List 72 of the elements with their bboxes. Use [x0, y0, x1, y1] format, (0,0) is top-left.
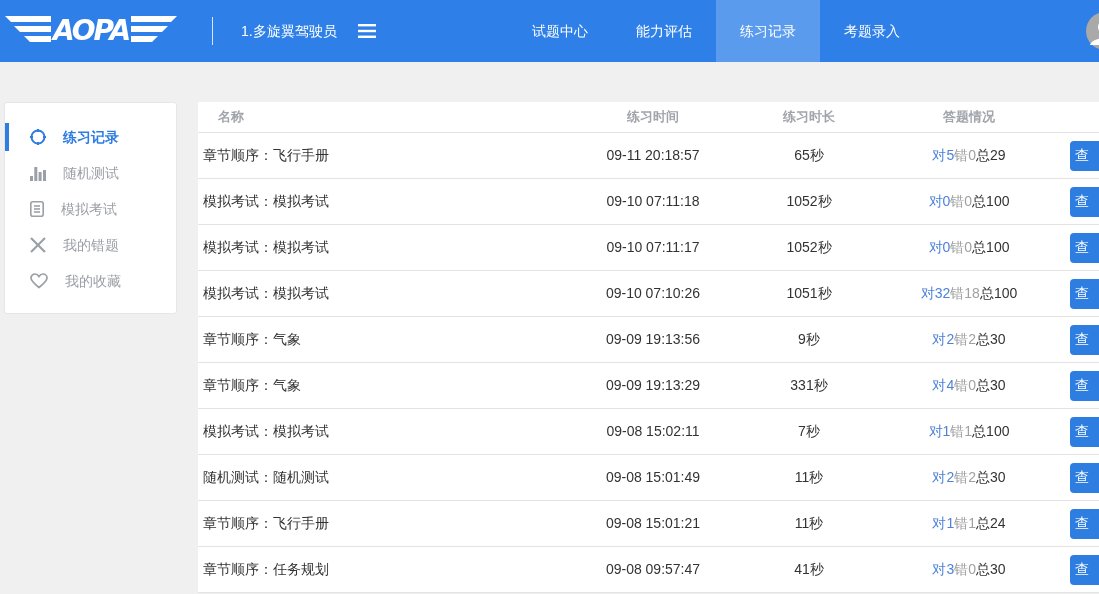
column-header: 答题情况 — [942, 108, 996, 127]
table-cell-text: 09-08 15:02:11 — [605, 422, 701, 441]
table-cell-text: 模拟考试：模拟考试 — [202, 284, 330, 303]
table-cell-text: 65秒 — [793, 146, 825, 165]
answer-summary: 对1错1总24 — [931, 514, 1007, 533]
view-button[interactable]: 查 — [1070, 554, 1099, 585]
nav-tab[interactable]: 考题录入 — [819, 0, 924, 62]
logo-text: AOPA — [51, 17, 131, 45]
nav-tab[interactable]: 试题中心 — [507, 0, 612, 62]
answer-summary: 对2错2总30 — [931, 330, 1007, 349]
table-cell-text: 09-11 20:18:57 — [605, 146, 701, 165]
table-cell-text: 7秒 — [797, 422, 821, 441]
document-icon — [30, 201, 44, 217]
view-button[interactable]: 查 — [1070, 278, 1099, 309]
answer-summary: 对0错0总100 — [927, 192, 1011, 211]
answer-summary: 对2错2总30 — [931, 468, 1007, 487]
table-cell-text: 11秒 — [793, 514, 825, 533]
answer-summary: 对3错0总30 — [931, 560, 1007, 579]
bar-chart-icon — [30, 165, 46, 181]
table-cell-text: 9秒 — [797, 330, 821, 349]
view-button[interactable]: 查 — [1070, 462, 1099, 493]
view-button[interactable]: 查 — [1070, 140, 1099, 171]
sidebar-item[interactable]: 我的收藏 — [5, 267, 176, 295]
sidebar-item[interactable]: 练习记录 — [5, 123, 176, 151]
table-cell-text: 模拟考试：模拟考试 — [202, 238, 330, 257]
column-header: 名称 — [217, 108, 245, 127]
sidebar-item[interactable]: 随机测试 — [5, 159, 176, 187]
table-cell-text: 1052秒 — [785, 192, 833, 211]
answer-summary: 对5错0总29 — [931, 146, 1007, 165]
table-cell-text: 章节顺序：飞行手册 — [202, 146, 330, 165]
view-button[interactable]: 查 — [1070, 232, 1099, 263]
table-cell-text: 章节顺序：气象 — [202, 330, 302, 349]
table-cell-text: 09-10 07:11:17 — [605, 238, 701, 257]
answer-summary: 对1错1总100 — [927, 422, 1011, 441]
view-button[interactable]: 查 — [1070, 370, 1099, 401]
table-cell-text: 章节顺序：任务规划 — [202, 560, 330, 579]
table-cell-text: 331秒 — [789, 376, 829, 395]
answer-summary: 对4错0总30 — [931, 376, 1007, 395]
table-cell-text: 09-09 19:13:29 — [604, 376, 702, 395]
sidebar-item[interactable]: 我的错题 — [5, 231, 176, 259]
table-cell-text: 模拟考试：模拟考试 — [202, 192, 330, 211]
table-cell-text: 1051秒 — [785, 284, 833, 303]
sidebar-item[interactable]: 模拟考试 — [5, 195, 176, 223]
view-button[interactable]: 查 — [1070, 416, 1099, 447]
column-header: 练习时长 — [782, 108, 836, 127]
table-cell-text: 章节顺序：飞行手册 — [202, 514, 330, 533]
table-cell-text: 1052秒 — [785, 238, 833, 257]
nav-tab[interactable]: 练习记录 — [715, 0, 820, 62]
close-icon — [30, 237, 46, 253]
table-cell-text: 随机测试：随机测试 — [202, 468, 330, 487]
view-button[interactable]: 查 — [1070, 324, 1099, 355]
table-cell-text: 09-08 15:01:49 — [604, 468, 702, 487]
table-cell-text: 09-08 15:01:21 — [604, 514, 702, 533]
table-cell-text: 11秒 — [793, 468, 825, 487]
avatar-icon[interactable] — [1085, 12, 1099, 50]
view-button[interactable]: 查 — [1070, 508, 1099, 539]
table-cell-text: 09-08 09:57:47 — [604, 560, 702, 579]
menu-icon[interactable] — [357, 24, 376, 38]
nav-tab[interactable]: 能力评估 — [611, 0, 716, 62]
table-cell-text: 模拟考试：模拟考试 — [202, 422, 330, 441]
answer-summary: 对32错18总100 — [919, 284, 1019, 303]
table-cell-text: 章节顺序：气象 — [202, 376, 302, 395]
table-cell-text: 09-10 07:11:18 — [605, 192, 701, 211]
target-icon — [30, 129, 46, 145]
table-cell-text: 09-09 19:13:56 — [604, 330, 702, 349]
answer-summary: 对0错0总100 — [927, 238, 1011, 257]
subject-selector[interactable]: 1.多旋翼驾驶员 — [241, 20, 337, 42]
heart-icon — [30, 273, 48, 289]
view-button[interactable]: 查 — [1070, 186, 1099, 217]
table-cell-text: 09-10 07:10:26 — [604, 284, 702, 303]
column-header: 练习时间 — [626, 108, 680, 127]
table-cell-text: 41秒 — [793, 560, 825, 579]
